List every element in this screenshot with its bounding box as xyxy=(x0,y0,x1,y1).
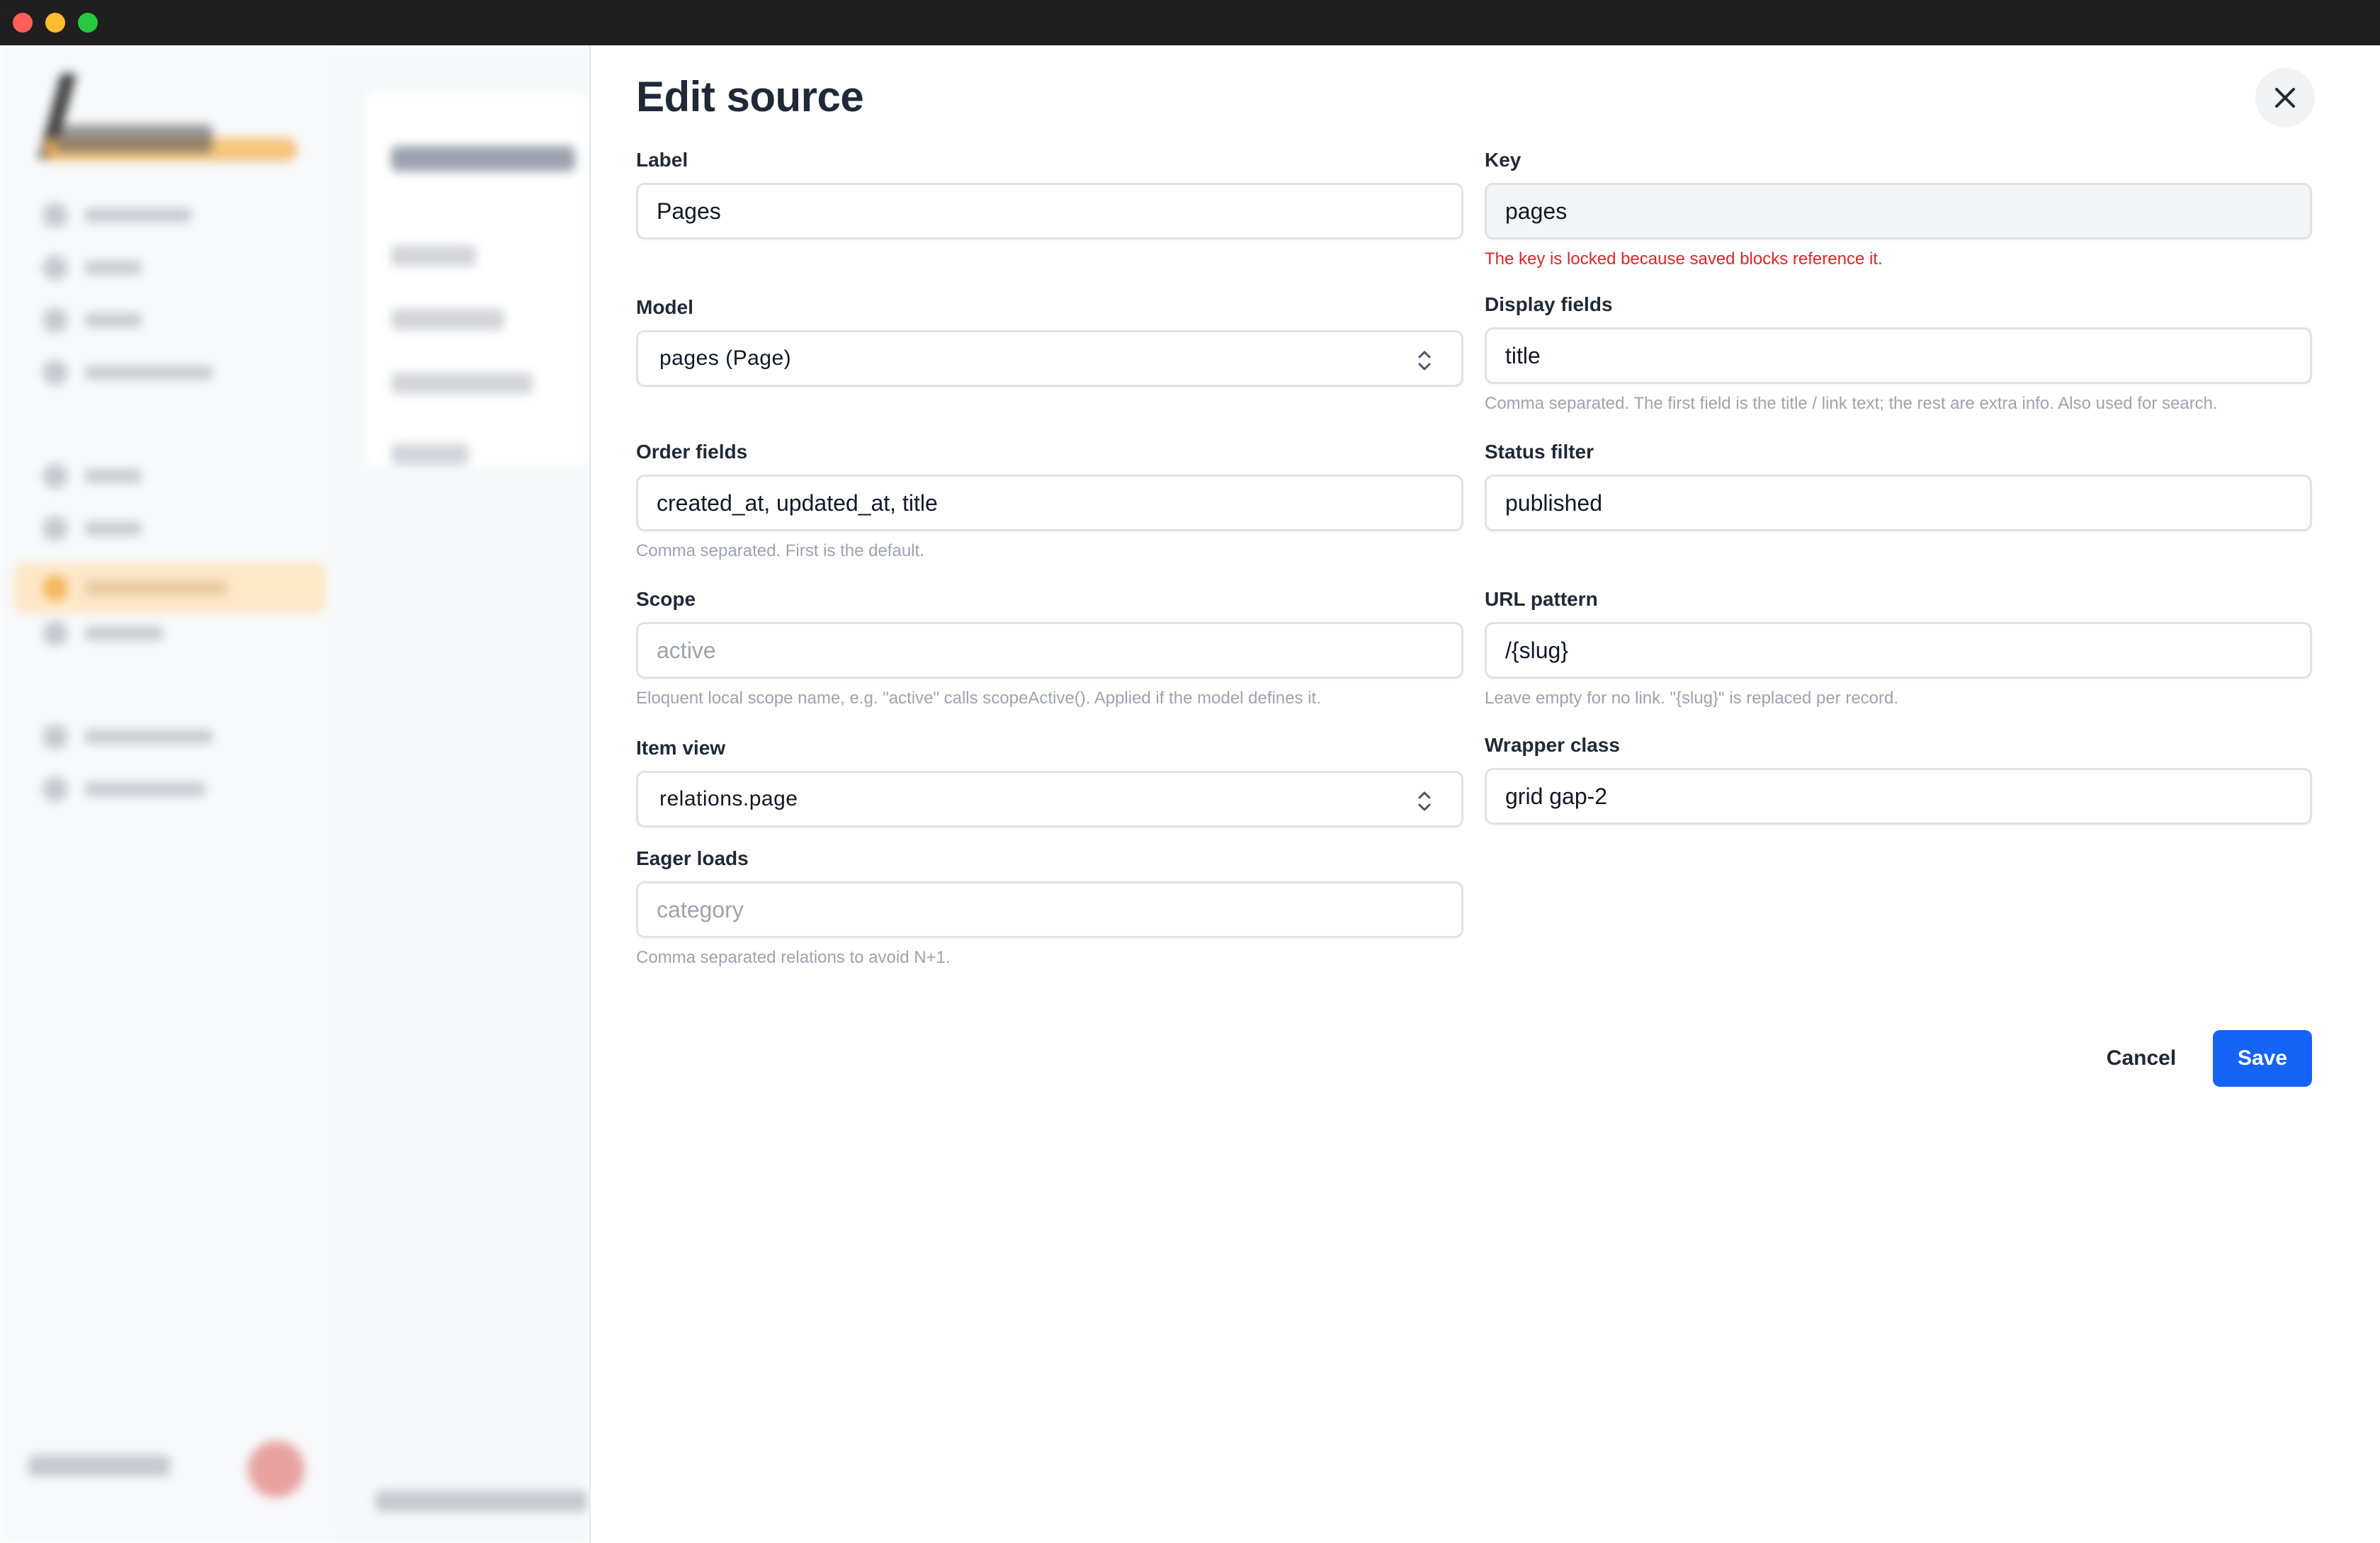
label-input[interactable] xyxy=(636,183,1463,239)
bg-nav-item xyxy=(42,776,212,802)
key-locked-error: The key is locked because saved blocks r… xyxy=(1485,249,1883,269)
bg-nav-item xyxy=(42,724,212,750)
item-view-select[interactable]: relations.page xyxy=(636,771,1463,827)
item-view-select-value: relations.page xyxy=(659,787,798,810)
order-fields-input[interactable] xyxy=(636,475,1463,531)
scope-input[interactable] xyxy=(636,622,1463,679)
wrapper-class-input[interactable] xyxy=(1485,768,2312,825)
item-view-group: Item view relations.page xyxy=(636,734,1463,827)
url-pattern-label: URL pattern xyxy=(1485,588,1598,610)
display-fields-label: Display fields xyxy=(1485,293,1613,315)
status-filter-group: Status filter xyxy=(1485,438,2312,531)
bg-nav-item xyxy=(42,463,212,489)
app-window: Edit source Label Key The key is locked … xyxy=(0,45,2380,1543)
order-fields-hint: Comma separated. First is the default. xyxy=(636,541,924,560)
chevron-up-down-icon xyxy=(1418,351,1431,371)
label-field-label: Label xyxy=(636,149,688,171)
close-window-button[interactable] xyxy=(13,13,33,33)
order-fields-group: Order fields Comma separated. First is t… xyxy=(636,438,1463,563)
eager-loads-hint: Comma separated relations to avoid N+1. xyxy=(636,948,951,967)
bg-nav-item xyxy=(42,516,212,541)
label-field-group: Label xyxy=(636,146,1463,239)
url-pattern-input[interactable] xyxy=(1485,622,2312,679)
cancel-button[interactable]: Cancel xyxy=(2095,1030,2187,1087)
chevron-up-down-icon xyxy=(1418,791,1431,811)
bg-nav-item xyxy=(42,621,212,646)
status-filter-label: Status filter xyxy=(1485,441,1594,463)
url-pattern-hint: Leave empty for no link. "{slug}" is rep… xyxy=(1485,689,1899,708)
status-filter-input[interactable] xyxy=(1485,475,2312,531)
bg-content-panel xyxy=(361,88,589,470)
save-button[interactable]: Save xyxy=(2213,1030,2312,1087)
key-input[interactable] xyxy=(1485,183,2312,239)
wrapper-class-label: Wrapper class xyxy=(1485,734,1620,756)
display-fields-input[interactable] xyxy=(1485,327,2312,384)
maximize-window-button[interactable] xyxy=(78,13,98,33)
app-logo xyxy=(35,67,305,187)
url-pattern-group: URL pattern Leave empty for no link. "{s… xyxy=(1485,585,2312,710)
bg-nav-item xyxy=(42,255,212,281)
bg-user-name xyxy=(28,1455,170,1476)
bg-nav-item xyxy=(42,360,212,385)
background-sidebar xyxy=(0,45,333,1543)
scope-field-group: Scope Eloquent local scope name, e.g. "a… xyxy=(636,585,1463,710)
eager-loads-input[interactable] xyxy=(636,881,1463,938)
bg-footer xyxy=(375,1491,588,1512)
bg-nav-item xyxy=(42,575,227,601)
scope-hint: Eloquent local scope name, e.g. "active"… xyxy=(636,689,1321,708)
order-fields-label: Order fields xyxy=(636,441,748,463)
key-field-group: Key The key is locked because saved bloc… xyxy=(1485,146,2312,271)
display-fields-hint: Comma separated. The first field is the … xyxy=(1485,394,2218,413)
display-fields-group: Display fields Comma separated. The firs… xyxy=(1485,290,2312,415)
minimize-window-button[interactable] xyxy=(45,13,65,33)
item-view-label: Item view xyxy=(636,737,726,759)
scope-field-label: Scope xyxy=(636,588,696,610)
eager-loads-group: Eager loads Comma separated relations to… xyxy=(636,844,1463,969)
avatar xyxy=(248,1441,305,1498)
key-field-label: Key xyxy=(1485,149,1522,171)
bg-nav-item xyxy=(42,203,212,228)
edit-source-drawer: Edit source Label Key The key is locked … xyxy=(589,45,2380,1543)
window-titlebar xyxy=(0,0,2380,45)
background-app-blurred xyxy=(0,45,589,1543)
bg-nav-item xyxy=(42,307,212,333)
close-button[interactable] xyxy=(2255,68,2315,128)
model-field-group: Model pages (Page) xyxy=(636,293,1463,387)
wrapper-class-group: Wrapper class xyxy=(1485,731,2312,825)
drawer-title: Edit source xyxy=(636,73,864,120)
model-select-value: pages (Page) xyxy=(659,346,792,370)
eager-loads-label: Eager loads xyxy=(636,847,749,869)
close-icon xyxy=(2275,88,2295,108)
model-select[interactable]: pages (Page) xyxy=(636,330,1463,387)
model-field-label: Model xyxy=(636,296,693,318)
